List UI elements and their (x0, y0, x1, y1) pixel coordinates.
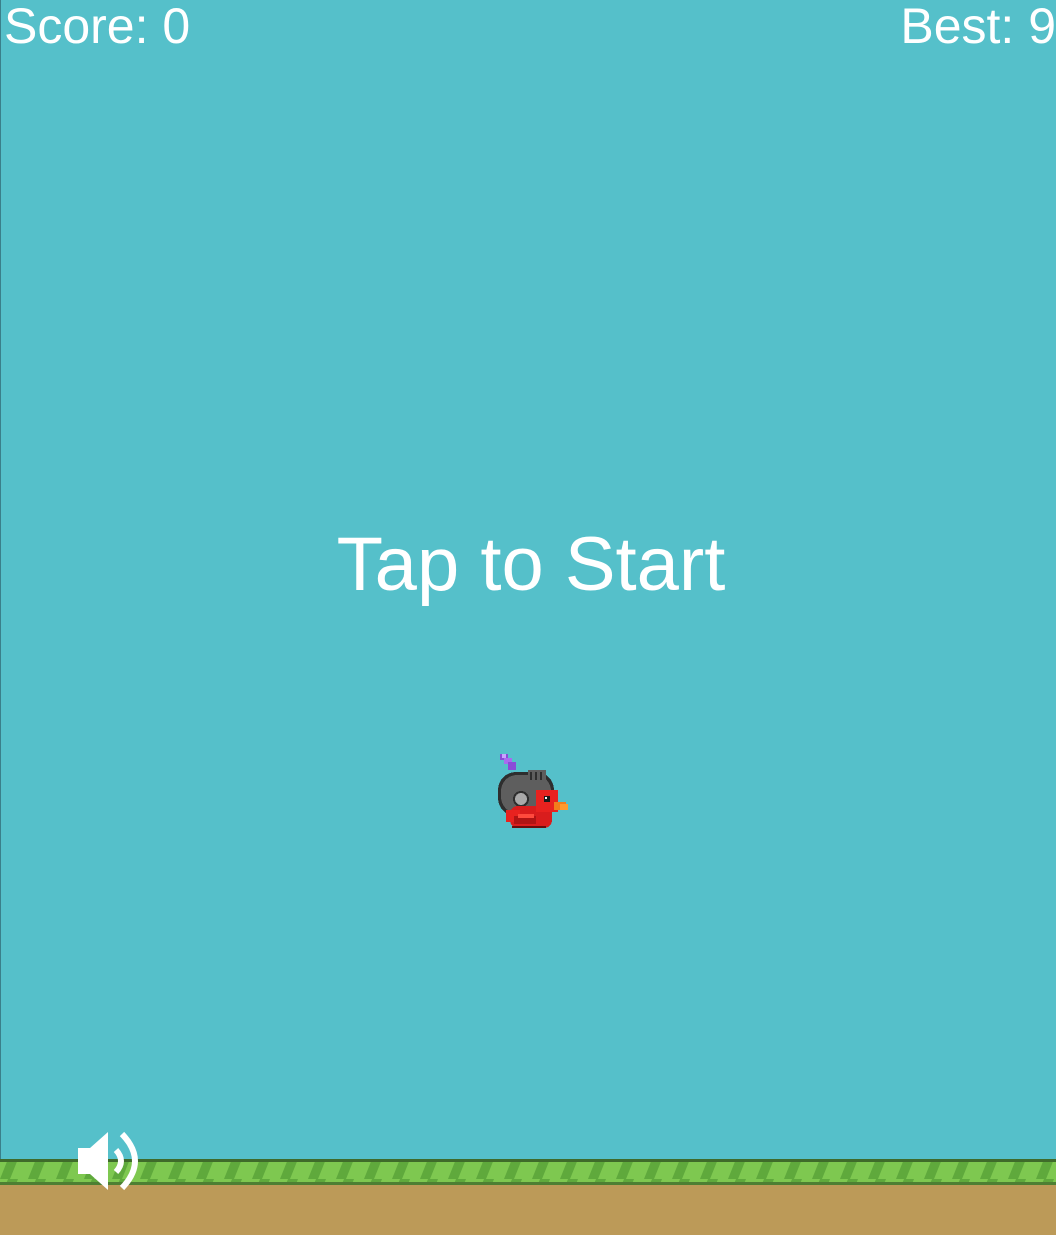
tap-to-start-message[interactable]: Tap to Start (0, 522, 1056, 608)
ground (0, 1159, 1056, 1235)
score-label: Score: 0 (4, 0, 191, 54)
speaker-icon[interactable] (76, 1124, 152, 1198)
bird-icon (498, 754, 568, 828)
best-score-label: Best: 9 (900, 0, 1056, 54)
game-canvas[interactable]: Score: 0 Best: 9 Tap to Start (0, 0, 1056, 1235)
